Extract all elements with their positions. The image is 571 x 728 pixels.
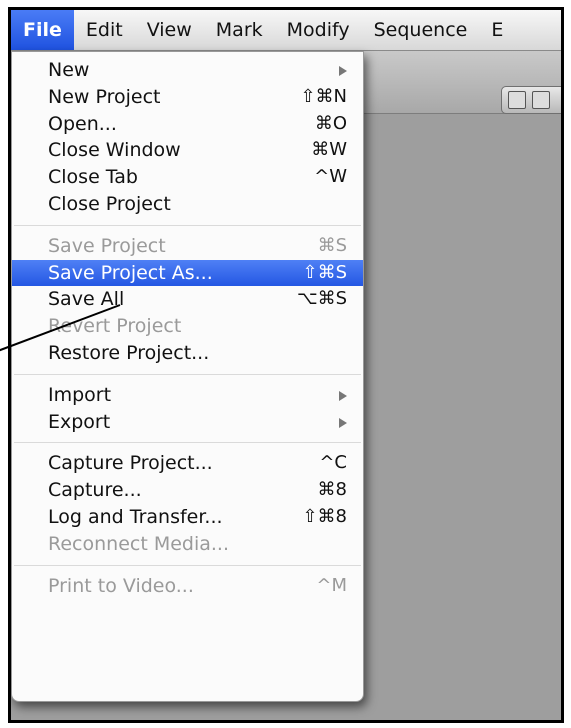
submenu-arrow-icon xyxy=(339,417,347,428)
menu-item-label: Print to Video... xyxy=(48,574,194,597)
menu-separator xyxy=(14,373,361,375)
menu-item-revert-project[interactable]: Revert Project xyxy=(12,313,363,340)
menu-item-label: Close Tab xyxy=(48,166,138,189)
menu-item-label: Open... xyxy=(48,112,117,135)
menu-item-label: Save All xyxy=(48,288,125,311)
menu-item-shortcut: ⇧⌘8 xyxy=(302,505,347,527)
menu-item-save-all[interactable]: Save All ⌥⌘S xyxy=(12,286,363,313)
menu-item-label: Close Project xyxy=(48,192,171,215)
menu-item-label: Reconnect Media... xyxy=(48,532,230,555)
menu-item-shortcut: ⌘O xyxy=(314,112,347,134)
menubar-item-e[interactable]: E xyxy=(479,10,515,50)
menu-item-export[interactable]: Export xyxy=(12,409,363,436)
menu-item-shortcut: ^M xyxy=(316,574,347,596)
menu-item-reconnect-media[interactable]: Reconnect Media... xyxy=(12,531,363,558)
menu-item-print-to-video[interactable]: Print to Video... ^M xyxy=(12,573,363,600)
menu-item-close-project[interactable]: Close Project xyxy=(12,191,363,218)
menu-item-label: New xyxy=(48,59,90,81)
menu-item-capture-project[interactable]: Capture Project... ^C xyxy=(12,450,363,477)
view-toggle-buttons[interactable] xyxy=(501,86,561,114)
menu-item-shortcut: ⇧⌘S xyxy=(302,261,347,283)
menubar-item-mark[interactable]: Mark xyxy=(204,10,275,50)
menu-item-label: Export xyxy=(48,410,111,433)
file-menu-dropdown: New New Project ⇧⌘N Open... ⌘O Close Window ⌘W… xyxy=(11,51,364,702)
menubar-item-sequence[interactable]: Sequence xyxy=(362,10,480,50)
menu-item-shortcut: ⌘W xyxy=(311,139,347,161)
menu-item-shortcut: ⌘S xyxy=(317,234,347,256)
menu-item-shortcut: ^W xyxy=(314,166,347,188)
menu-item-label: Save Project xyxy=(48,234,166,257)
menu-item-shortcut: ⌥⌘S xyxy=(296,288,347,310)
menu-item-shortcut: ⌘8 xyxy=(317,479,347,501)
menu-item-label: New Project xyxy=(48,85,161,108)
menu-separator xyxy=(14,442,361,444)
menu-separator xyxy=(14,224,361,226)
menu-item-close-window[interactable]: Close Window ⌘W xyxy=(12,137,363,164)
menu-item-label: Revert Project xyxy=(48,315,182,338)
menu-item-label: Save Project As... xyxy=(48,261,213,284)
screenshot-frame: File Edit View Mark Modify Sequence E New New P… xyxy=(8,7,564,723)
menu-item-label: Restore Project... xyxy=(48,341,210,364)
menu-bar: File Edit View Mark Modify Sequence E xyxy=(11,10,561,51)
menubar-item-view[interactable]: View xyxy=(135,10,204,50)
menu-item-new-project[interactable]: New Project ⇧⌘N xyxy=(12,84,363,111)
menu-item-shortcut: ^C xyxy=(319,452,347,474)
submenu-arrow-icon xyxy=(339,390,347,401)
menu-item-label: Capture Project... xyxy=(48,452,213,475)
menu-item-save-project[interactable]: Save Project ⌘S xyxy=(12,233,363,260)
submenu-arrow-icon xyxy=(339,66,347,76)
menu-item-shortcut: ⇧⌘N xyxy=(300,85,347,107)
menu-separator xyxy=(14,564,361,566)
browser-icon[interactable] xyxy=(532,91,550,109)
menu-item-import[interactable]: Import xyxy=(12,382,363,409)
menu-item-open[interactable]: Open... ⌘O xyxy=(12,111,363,138)
menubar-item-edit[interactable]: Edit xyxy=(74,10,135,50)
menu-item-save-project-as[interactable]: Save Project As... ⇧⌘S xyxy=(12,259,363,287)
menu-item-label: Log and Transfer... xyxy=(48,505,223,528)
menu-item-label: Import xyxy=(48,383,112,406)
menu-item-close-tab[interactable]: Close Tab ^W xyxy=(12,164,363,191)
viewer-icon[interactable] xyxy=(508,91,526,109)
menu-item-new[interactable]: New xyxy=(12,57,363,84)
menu-item-log-and-transfer[interactable]: Log and Transfer... ⇧⌘8 xyxy=(12,504,363,531)
menubar-item-modify[interactable]: Modify xyxy=(275,10,362,50)
menu-item-capture[interactable]: Capture... ⌘8 xyxy=(12,477,363,504)
menu-item-restore-project[interactable]: Restore Project... xyxy=(12,340,363,367)
menubar-item-file[interactable]: File xyxy=(11,10,74,50)
menu-item-label: Capture... xyxy=(48,479,142,502)
menu-item-label: Close Window xyxy=(48,139,181,162)
